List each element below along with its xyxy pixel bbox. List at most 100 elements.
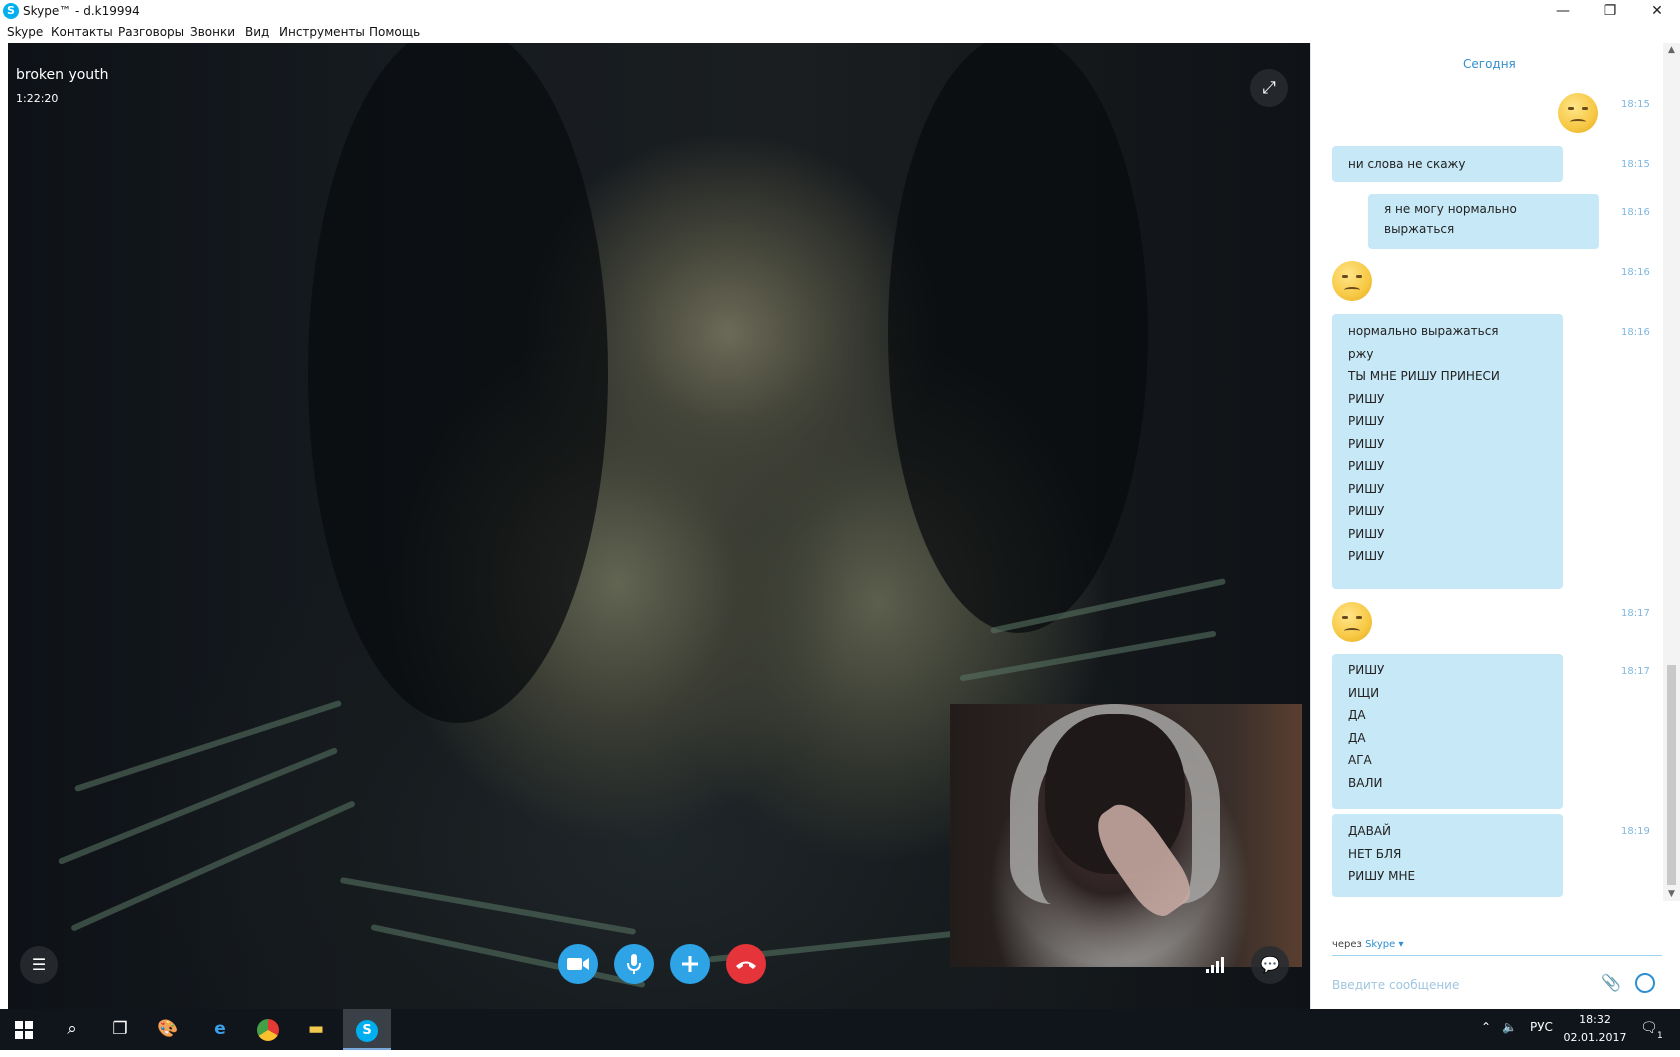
chrome-icon xyxy=(257,1019,279,1041)
call-menu-button[interactable]: ☰ xyxy=(20,946,58,984)
message-line: РИШУ xyxy=(1348,436,1385,451)
chat-bubble-icon: 💬 xyxy=(1260,955,1280,974)
scroll-thumb[interactable] xyxy=(1667,665,1676,885)
message-line: РИШУ xyxy=(1348,526,1385,541)
plus-icon xyxy=(682,956,698,972)
menu-bar: Skype Контакты Разговоры Звонки Вид Инст… xyxy=(0,22,1680,43)
video-toggle-button[interactable] xyxy=(558,944,598,984)
taskbar-app-explorer[interactable]: ▬ xyxy=(292,1009,340,1050)
expand-icon: ⤢ xyxy=(1262,78,1276,98)
menu-contacts[interactable]: Контакты xyxy=(51,25,113,39)
sweater-stripe xyxy=(57,747,339,865)
add-participant-button[interactable] xyxy=(670,944,710,984)
scroll-up-icon[interactable]: ▲ xyxy=(1663,43,1680,57)
message-time: 18:15 xyxy=(1621,99,1650,110)
message-time: 18:17 xyxy=(1621,666,1650,677)
title-bar: S Skype™ - d.k19994 — ❐ ✕ xyxy=(0,0,1680,22)
taskbar-app-paint[interactable]: 🎨 xyxy=(144,1009,192,1050)
day-separator: Сегодня xyxy=(1463,57,1516,71)
message-line: ДА xyxy=(1348,730,1366,745)
system-clock[interactable]: 18:32 02.01.2017 xyxy=(1560,1011,1630,1047)
window-title: Skype™ - d.k19994 xyxy=(23,4,140,18)
end-call-button[interactable] xyxy=(726,944,766,984)
skype-icon: S xyxy=(356,1020,378,1042)
minimize-button[interactable]: — xyxy=(1540,0,1586,22)
message-time: 18:19 xyxy=(1621,826,1650,837)
scroll-down-icon[interactable]: ▼ xyxy=(1663,887,1680,901)
search-button[interactable]: ⌕ xyxy=(48,1009,96,1050)
message-line: НЕТ БЛЯ xyxy=(1348,846,1402,861)
message-line: АГА xyxy=(1348,753,1372,767)
menu-view[interactable]: Вид xyxy=(245,25,269,39)
input-divider xyxy=(1332,955,1662,956)
message-line: выржаться xyxy=(1384,222,1455,236)
maximize-button[interactable]: ❐ xyxy=(1587,0,1633,22)
menu-skype[interactable]: Skype xyxy=(7,25,43,39)
message-line: РИШУ xyxy=(1348,549,1385,563)
taskbar-app-edge[interactable]: e xyxy=(196,1009,244,1050)
sweater-stripe xyxy=(959,630,1217,682)
call-duration: 1:22:20 xyxy=(16,92,59,105)
via-service-dropdown[interactable]: Skype ▾ xyxy=(1365,939,1403,950)
taskbar-app-skype[interactable]: S xyxy=(343,1009,391,1050)
input-language[interactable]: РУС xyxy=(1530,1020,1553,1034)
sweater-stripe xyxy=(70,800,356,932)
message-bubble[interactable]: нормально выражаться ржу ТЫ МНЕ РИШУ ПРИ… xyxy=(1332,314,1563,589)
attach-file-icon[interactable]: 📎 xyxy=(1601,973,1621,992)
message-bubble[interactable]: ни слова не скажу xyxy=(1332,146,1563,182)
message-line: ДАВАЙ xyxy=(1348,824,1392,838)
message-bubble[interactable]: ДАВАЙ НЕТ БЛЯ РИШУ МНЕ xyxy=(1332,814,1563,897)
self-view-video[interactable] xyxy=(950,704,1302,967)
message-line: ржу xyxy=(1348,346,1374,361)
menu-calls[interactable]: Звонки xyxy=(190,25,235,39)
message-line: РИШУ xyxy=(1348,414,1385,428)
emoji-worried-face xyxy=(1332,602,1372,642)
clock-date: 02.01.2017 xyxy=(1563,1031,1627,1044)
action-center-icon[interactable]: 🗨 xyxy=(1640,1020,1658,1036)
close-button[interactable]: ✕ xyxy=(1634,0,1680,22)
message-line: РИШУ xyxy=(1348,391,1385,406)
task-view-icon: ❐ xyxy=(112,1019,128,1039)
message-line: РИШУ МНЕ xyxy=(1348,869,1416,883)
taskbar: ⌕ ❐ 🎨 e ▬ S ⌃ 🔈 РУС 18:32 02.01.2017 🗨 1 xyxy=(0,1009,1680,1050)
menu-help[interactable]: Помощь xyxy=(369,25,420,39)
paint-icon: 🎨 xyxy=(157,1019,179,1039)
caller-name: broken youth xyxy=(16,67,109,83)
message-line: ни слова не скажу xyxy=(1348,157,1466,171)
show-hidden-icons[interactable]: ⌃ xyxy=(1481,1020,1491,1034)
message-line: я не могу нормально xyxy=(1384,202,1517,216)
taskbar-app-chrome[interactable] xyxy=(244,1009,292,1050)
message-input[interactable] xyxy=(1332,974,1602,996)
menu-tools[interactable]: Инструменты xyxy=(279,25,365,39)
remote-video[interactable]: broken youth 1:22:20 ⤢ ☰ 💬 xyxy=(8,43,1310,1009)
fullscreen-button[interactable]: ⤢ xyxy=(1250,69,1288,107)
start-button[interactable] xyxy=(0,1009,48,1050)
video-shadow xyxy=(888,43,1148,633)
search-icon: ⌕ xyxy=(67,1019,77,1039)
mute-button[interactable] xyxy=(614,944,654,984)
hang-up-icon xyxy=(736,961,756,969)
message-line: РИШУ xyxy=(1348,481,1385,496)
emoji-frown-face xyxy=(1332,261,1372,301)
message-bubble[interactable]: РИШУ ИЩИ ДА ДА АГА ВАЛИ xyxy=(1332,654,1563,809)
via-label: через xyxy=(1332,939,1362,950)
message-line: нормально выражаться xyxy=(1348,324,1499,338)
menu-conversations[interactable]: Разговоры xyxy=(118,25,184,39)
task-view-button[interactable]: ❐ xyxy=(96,1009,144,1050)
video-camera-icon xyxy=(567,958,589,970)
emoticon-icon[interactable] xyxy=(1635,973,1655,993)
send-via: через Skype ▾ xyxy=(1332,939,1403,950)
folder-icon: ▬ xyxy=(307,1019,325,1039)
sweater-stripe xyxy=(370,923,646,989)
show-chat-button[interactable]: 💬 xyxy=(1251,946,1289,984)
message-line: ТЫ МНЕ РИШУ ПРИНЕСИ xyxy=(1348,369,1500,383)
volume-icon[interactable]: 🔈 xyxy=(1502,1020,1517,1034)
chat-scrollbar[interactable]: ▲ ▼ xyxy=(1663,43,1680,901)
sweater-stripe xyxy=(73,699,343,793)
message-bubble[interactable]: я не могу нормально выржаться xyxy=(1368,194,1599,249)
message-time: 18:16 xyxy=(1621,327,1650,338)
message-time: 18:15 xyxy=(1621,159,1650,170)
signal-strength-icon xyxy=(1206,957,1228,973)
edge-icon: e xyxy=(214,1019,226,1039)
windows-logo-icon xyxy=(15,1021,33,1039)
